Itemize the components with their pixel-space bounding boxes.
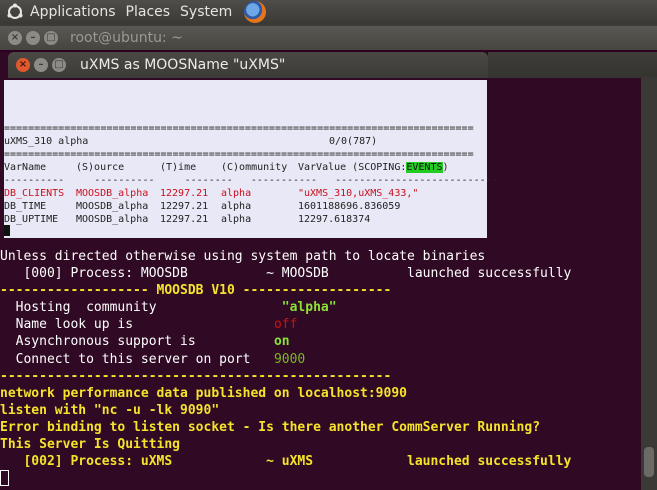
col-value-close: ): [442, 162, 449, 173]
terminal-output[interactable]: Unless directed otherwise using system p…: [0, 248, 657, 487]
row-src: MOOSDB_alpha: [76, 188, 149, 199]
col-source: (S)ource: [76, 162, 125, 173]
uxms-display: ========================================…: [4, 80, 498, 240]
terminal-cursor: [0, 470, 9, 487]
terminal-line: network performance data published on lo…: [0, 385, 407, 401]
menu-system[interactable]: System: [180, 4, 232, 20]
scroll-thumb[interactable]: [644, 447, 654, 477]
titlebar-extension: [488, 52, 657, 78]
row-time: 12297.21: [160, 201, 209, 212]
uxms-header-name: uXMS_310 alpha: [4, 136, 89, 147]
row-val: 12297.618374: [298, 214, 371, 225]
menu-applications[interactable]: Applications: [30, 4, 116, 20]
scrollbar[interactable]: [641, 77, 657, 490]
terminal-line: listen with "nc -u -lk 9090": [0, 402, 220, 418]
row-val: 1601188696.836059: [298, 201, 401, 212]
row-src: MOOSDB_alpha: [76, 214, 149, 225]
firefox-icon[interactable]: [244, 1, 267, 23]
terminal-line: [000] Process: MOOSDB ~ MOOSDB launched …: [0, 266, 572, 282]
col-time: (T)ime: [160, 162, 197, 173]
terminal-line: Hosting community "alpha": [0, 300, 337, 316]
row-var: DB_UPTIME: [4, 214, 59, 225]
row-comm: alpha: [221, 188, 252, 199]
back-window-titlebar[interactable]: × – □ root@ubuntu: ~: [0, 26, 657, 50]
terminal-line: This Server Is Quitting: [0, 437, 181, 453]
terminal-line: [002] Process: uXMS ~ uXMS launched succ…: [0, 454, 572, 470]
front-window-title: uXMS as MOOSName "uXMS": [80, 57, 286, 73]
row-var: DB_TIME: [4, 201, 47, 212]
col-value: VarValue (SCOPING:EVENTS): [298, 161, 449, 174]
uxms-cursor: [4, 225, 10, 240]
top-panel: Applications Places System: [0, 0, 657, 24]
row-time: 12297.21: [160, 214, 209, 225]
terminal-line: Error binding to listen socket - Is ther…: [0, 419, 541, 435]
row-time: 12297.21: [160, 188, 209, 199]
row-comm: alpha: [221, 214, 252, 225]
front-window-titlebar[interactable]: × – □ uXMS as MOOSName "uXMS": [8, 52, 488, 78]
minimize-icon[interactable]: –: [26, 31, 40, 45]
terminal-line: Name look up is off: [0, 317, 298, 333]
events-badge: EVENTS: [406, 162, 443, 173]
col-community: (C)ommunity: [221, 162, 288, 173]
terminal-line: ----------------------------------------…: [0, 368, 392, 384]
separator-top: ========================================…: [4, 123, 474, 134]
row-val: "uXMS_310,uXMS_433,": [298, 188, 419, 199]
column-headers: VarName: [4, 161, 46, 174]
close-icon[interactable]: ×: [16, 58, 30, 72]
row-comm: alpha: [221, 201, 252, 212]
terminal-line: Connect to this server on port 9000: [0, 351, 306, 367]
maximize-icon[interactable]: □: [44, 31, 58, 45]
row-var: DB_CLIENTS: [4, 188, 65, 199]
terminal-cursor-line: [0, 470, 657, 487]
minimize-icon[interactable]: –: [34, 58, 48, 72]
uxms-header: uXMS_310 alpha: [4, 135, 88, 148]
separator-mid: ========================================…: [4, 149, 474, 160]
col-value-label: VarValue (SCOPING:: [298, 162, 407, 173]
close-icon[interactable]: ×: [8, 31, 22, 45]
dash-line: ---------- ---------- -------- ---------…: [4, 175, 498, 186]
menu-places[interactable]: Places: [126, 4, 171, 20]
back-window-title: root@ubuntu: ~: [70, 30, 183, 46]
uxms-header-count: 0/0(787): [329, 136, 378, 147]
maximize-icon[interactable]: □: [52, 58, 66, 72]
terminal-line: ------------------- MOOSDB V10 ---------…: [0, 283, 392, 299]
terminal-line: Asynchronous support is on: [0, 334, 290, 350]
ubuntu-logo-icon[interactable]: [6, 3, 24, 21]
col-varname: VarName: [4, 162, 47, 173]
row-src: MOOSDB_alpha: [76, 201, 149, 212]
terminal-line: Unless directed otherwise using system p…: [0, 249, 486, 264]
